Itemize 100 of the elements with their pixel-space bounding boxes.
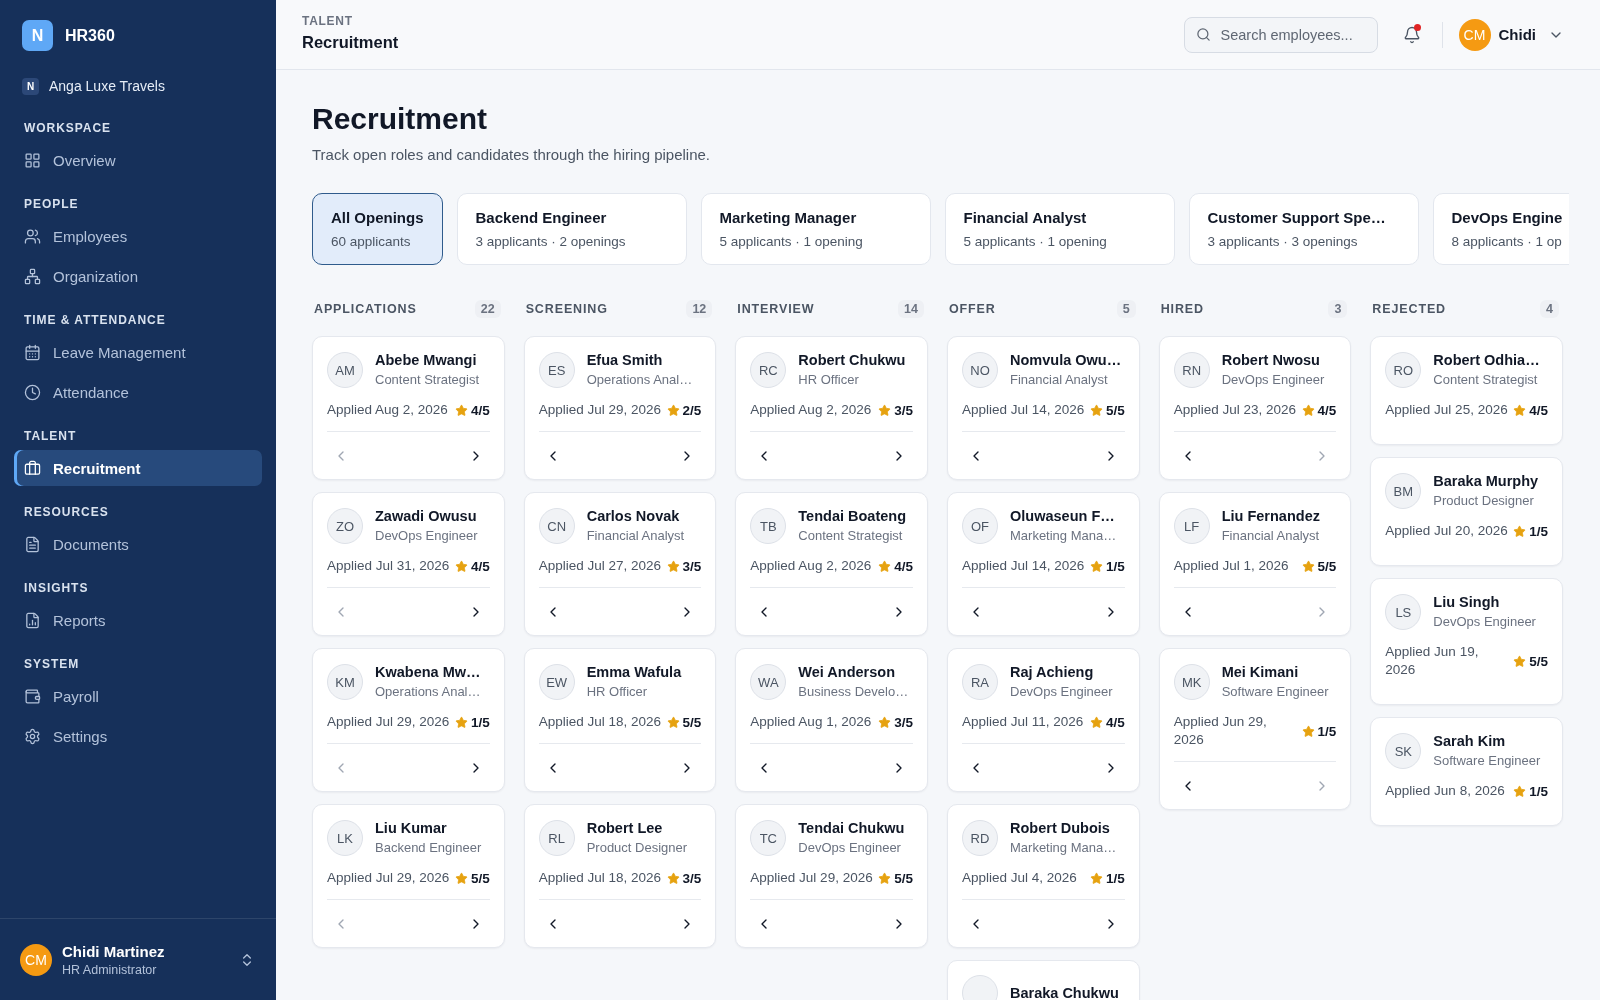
candidate-card[interactable]: SK Sarah Kim Software Engineer Applied Jun 8, 2026 1/5 bbox=[1370, 717, 1563, 826]
candidate-avatar: LS bbox=[1385, 594, 1422, 630]
candidate-avatar: NO bbox=[962, 352, 998, 388]
applied-date: Applied Jul 18, 2026 bbox=[538, 869, 661, 887]
candidate-avatar: SK bbox=[1385, 733, 1422, 769]
rating-score: 4/5 bbox=[1529, 402, 1548, 418]
candidate-name: Emma Wafula bbox=[586, 663, 682, 682]
rating-score: 3/5 bbox=[894, 714, 913, 730]
search-field[interactable]: Search employees... bbox=[1183, 16, 1378, 53]
candidate-card[interactable]: NO Nomvula Owu… Financial Analyst Applied Jul 14, 2026 5/5 bbox=[947, 336, 1140, 480]
applied-date: Applied Jul 4, 2026 bbox=[962, 869, 1077, 887]
candidate-card[interactable]: OF Oluwaseun F… Marketing Mana… Applied Jul 14, 2026 1/5 bbox=[947, 492, 1140, 636]
opening-tab[interactable]: All Openings 60 applicants bbox=[312, 193, 443, 265]
candidate-card[interactable]: ES Efua Smith Operations Anal… Applied Jul 29, 2026 2/5 bbox=[523, 336, 717, 480]
rating-score: 3/5 bbox=[894, 402, 913, 418]
candidate-card[interactable]: RD Robert Dubois Marketing Mana… Applied Jul 4, 2026 1/5 bbox=[947, 804, 1140, 948]
star-icon bbox=[1513, 784, 1527, 798]
opening-tab[interactable]: Customer Support Spe… 3 applicants · 3 openings bbox=[1188, 193, 1419, 265]
candidate-name: Robert Chukwu bbox=[798, 351, 906, 370]
candidate-card[interactable]: LF Liu Fernandez Financial Analyst Applied Jul 1, 2026 5/5 bbox=[1158, 492, 1352, 636]
applied-date: Applied Jul 29, 2026 bbox=[750, 869, 873, 887]
candidate-name: Liu Kumar bbox=[375, 819, 448, 838]
count-badge: 14 bbox=[898, 300, 924, 318]
rating-score: 3/5 bbox=[682, 870, 702, 886]
star-icon bbox=[1513, 654, 1527, 668]
candidate-name: Baraka Chukwu bbox=[1010, 983, 1119, 1000]
applied-date: Applied Jul 29, 2026 bbox=[327, 713, 450, 731]
sidebar-item[interactable]: Leave Management bbox=[14, 334, 262, 370]
applied-date: Applied Jul 14, 2026 bbox=[962, 557, 1085, 575]
candidate-avatar: ZO bbox=[327, 508, 363, 544]
candidate-card[interactable]: AM Abebe Mwangi Content Strategist Applied Aug 2, 2026 4/5 bbox=[312, 336, 505, 480]
candidate-card[interactable]: BM Baraka Murphy Product Designer Applied Jul 20, 2026 1/5 bbox=[1370, 457, 1563, 566]
sidebar-item[interactable]: Recruitment bbox=[14, 450, 262, 486]
candidate-name: Mei Kimani bbox=[1221, 663, 1300, 682]
candidate-card[interactable]: RL Robert Lee Product Designer Applied Jul 18, 2026 3/5 bbox=[523, 804, 717, 948]
candidate-avatar: RL bbox=[538, 820, 575, 856]
candidate-avatar: RN bbox=[1173, 352, 1210, 388]
calendar-icon bbox=[24, 343, 41, 361]
opening-tab[interactable]: Marketing Manager 5 applicants · 1 opening bbox=[700, 193, 931, 265]
candidate-role: Software Engineer bbox=[1433, 752, 1541, 770]
sidebar-item[interactable]: Reports bbox=[14, 602, 262, 638]
rating-score: 2/5 bbox=[682, 402, 702, 418]
user-avatar: CM bbox=[1458, 18, 1491, 51]
opening-tab[interactable]: Financial Analyst 5 applicants · 1 opening bbox=[944, 193, 1175, 265]
candidate-card[interactable]: WA Wei Anderson Business Develo… Applied Aug 1, 2026 3/5 bbox=[735, 648, 928, 792]
star-icon bbox=[1301, 403, 1315, 417]
candidate-card[interactable]: LS Liu Singh DevOps Engineer Applied Jun 19, 2026 5/5 bbox=[1370, 578, 1563, 705]
user-role: HR Administrator bbox=[62, 962, 158, 977]
candidate-card[interactable]: Baraka Chukwu bbox=[947, 960, 1140, 1000]
candidate-role: Product Designer bbox=[1433, 492, 1535, 510]
rating-score: 5/5 bbox=[1105, 402, 1125, 418]
star-icon bbox=[666, 871, 680, 885]
candidate-card[interactable]: RA Raj Achieng DevOps Engineer Applied Jul 11, 2026 4/5 bbox=[947, 648, 1140, 792]
section-label: RESOURCES bbox=[23, 504, 110, 520]
candidate-card[interactable]: EW Emma Wafula HR Officer Applied Jul 18, 2026 5/5 bbox=[523, 648, 717, 792]
organization-badge: N bbox=[22, 77, 39, 95]
rating-score: 4/5 bbox=[470, 402, 490, 418]
rating-score: 3/5 bbox=[682, 558, 702, 574]
candidate-card[interactable]: KM Kwabena Mw… Operations Anal… Applied Jul 29, 2026 1/5 bbox=[312, 648, 505, 792]
candidate-card[interactable]: TB Tendai Boateng Content Strategist Applied Aug 2, 2026 4/5 bbox=[735, 492, 928, 636]
opening-tab[interactable]: Backend Engineer 3 applicants · 2 openings bbox=[456, 193, 687, 265]
applied-date: Applied Jul 29, 2026 bbox=[538, 401, 661, 419]
sidebar-item[interactable]: Overview bbox=[14, 142, 262, 178]
count-badge: 3 bbox=[1328, 300, 1348, 318]
candidate-card[interactable]: ZO Zawadi Owusu DevOps Engineer Applied Jul 31, 2026 4/5 bbox=[312, 492, 505, 636]
candidate-avatar: OF bbox=[962, 508, 998, 544]
candidate-card[interactable]: RN Robert Nwosu DevOps Engineer Applied Jul 23, 2026 4/5 bbox=[1158, 336, 1352, 480]
candidate-avatar: BM bbox=[1385, 473, 1422, 509]
candidate-role: Business Develo… bbox=[798, 683, 909, 701]
sidebar-item[interactable]: Documents bbox=[14, 526, 262, 562]
opening-tab[interactable]: DevOps Engine 8 applicants · 1 op bbox=[1432, 193, 1569, 265]
rating-score: 5/5 bbox=[1529, 653, 1548, 669]
candidate-card[interactable]: MK Mei Kimani Software Engineer Applied Jun 29, 2026 1/5 bbox=[1158, 648, 1352, 810]
candidate-name: Kwabena Mw… bbox=[375, 663, 481, 682]
star-icon bbox=[666, 403, 680, 417]
user-avatar: CM bbox=[20, 943, 52, 976]
star-icon bbox=[1513, 403, 1527, 417]
sidebar-item[interactable]: Organization bbox=[14, 258, 262, 294]
star-icon bbox=[878, 559, 892, 573]
candidate-card[interactable]: RC Robert Chukwu HR Officer Applied Aug 2, 2026 3/5 bbox=[735, 336, 928, 480]
candidate-avatar: TC bbox=[750, 820, 787, 856]
sidebar-item[interactable]: Payroll bbox=[14, 678, 262, 714]
candidate-name: Baraka Murphy bbox=[1433, 472, 1539, 491]
applied-date: Applied Aug 2, 2026 bbox=[750, 557, 872, 575]
candidate-card[interactable]: RO Robert Odhia… Content Strategist Applied Jul 25, 2026 4/5 bbox=[1370, 336, 1563, 445]
candidate-name: Robert Nwosu bbox=[1221, 351, 1321, 370]
candidate-card[interactable]: TC Tendai Chukwu DevOps Engineer Applied Jul 29, 2026 5/5 bbox=[735, 804, 928, 948]
candidate-avatar: ES bbox=[538, 352, 575, 388]
candidate-role: Financial Analyst bbox=[1010, 371, 1109, 389]
count-badge: 12 bbox=[686, 300, 713, 318]
sidebar-item[interactable]: Attendance bbox=[14, 374, 262, 410]
candidate-card[interactable]: CN Carlos Novak Financial Analyst Applied Jul 27, 2026 3/5 bbox=[523, 492, 717, 636]
candidate-card[interactable]: LK Liu Kumar Backend Engineer Applied Jul 29, 2026 5/5 bbox=[312, 804, 505, 948]
grid-icon bbox=[24, 151, 41, 169]
sidebar-item[interactable]: Employees bbox=[14, 218, 262, 254]
sidebar-item[interactable]: Settings bbox=[14, 718, 262, 754]
rating-score: 1/5 bbox=[1317, 723, 1337, 739]
stage-title: REJECTED bbox=[1372, 302, 1446, 316]
candidate-role: HR Officer bbox=[586, 683, 649, 701]
candidate-role: Marketing Mana… bbox=[1010, 839, 1117, 857]
